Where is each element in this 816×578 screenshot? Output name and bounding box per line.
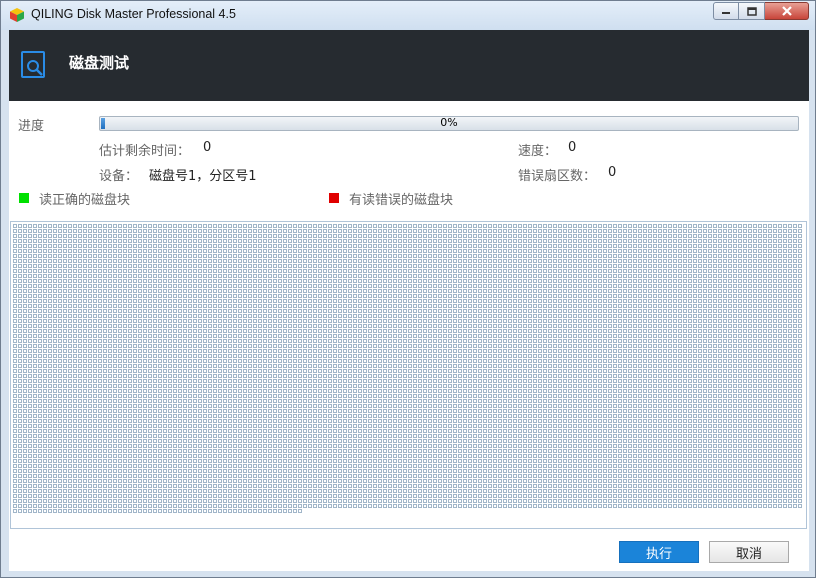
device-value: 磁盘号1，分区号1 [149, 169, 257, 184]
bad-block-label: 有读错误的磁盘块 [349, 193, 454, 208]
good-block-label: 读正确的磁盘块 [39, 193, 131, 208]
bad-sectors-label: 错误扇区数： [518, 169, 597, 184]
close-icon [781, 6, 792, 16]
good-block-swatch [19, 193, 29, 203]
window-controls [713, 2, 809, 20]
maximize-button[interactable] [739, 2, 765, 20]
maximize-icon [746, 6, 757, 16]
remaining-time-value: 0 [203, 140, 212, 155]
page-header: 磁盘测试 [9, 30, 809, 101]
device-label: 设备： [99, 169, 139, 184]
progress-bar: 0% [99, 116, 799, 131]
page-title: 磁盘测试 [69, 54, 130, 72]
disk-search-icon [21, 51, 45, 78]
run-button[interactable]: 执行 [619, 541, 699, 563]
title-bar[interactable]: QILING Disk Master Professional 4.5 [1, 1, 815, 30]
speed-label: 速度： [518, 144, 558, 159]
block-map-grid [13, 224, 802, 513]
bad-sectors-value: 0 [608, 165, 617, 180]
disk-block-map [10, 221, 807, 529]
window-title: QILING Disk Master Professional 4.5 [31, 7, 236, 21]
remaining-time-label: 估计剩余时间： [99, 144, 191, 159]
app-logo-icon [10, 8, 24, 22]
speed-value: 0 [568, 140, 577, 155]
close-button[interactable] [765, 2, 809, 20]
cancel-button[interactable]: 取消 [709, 541, 789, 563]
progress-text: 0% [440, 116, 458, 129]
progress-label: 进度 [18, 119, 45, 134]
main-content: 进度 0% 估计剩余时间： 0 速度： 0 设备： 磁盘号1，分区号1 错误扇区… [9, 101, 809, 571]
app-window: QILING Disk Master Professional 4.5 磁盘测试… [0, 0, 816, 578]
minimize-button[interactable] [713, 2, 739, 20]
bad-block-swatch [329, 193, 339, 203]
minimize-icon [722, 12, 730, 14]
